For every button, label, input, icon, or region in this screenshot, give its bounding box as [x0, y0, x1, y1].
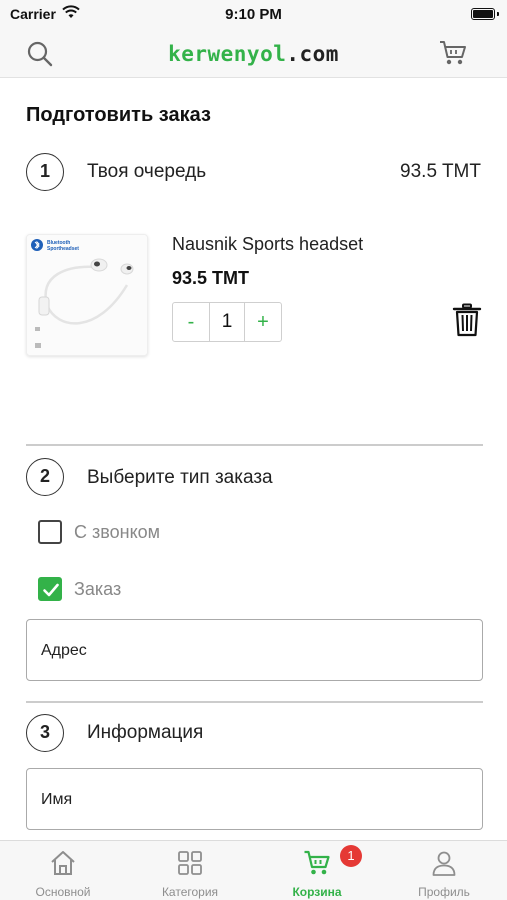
checkmark-icon — [43, 583, 59, 597]
app-header: kerwenyol.com — [0, 28, 507, 78]
section-divider — [26, 444, 483, 446]
order-label[interactable]: Заказ — [74, 579, 121, 600]
tab-profile-label: Профиль — [418, 885, 470, 899]
step-3-label: Информация — [87, 722, 204, 743]
tab-home-label: Основной — [35, 885, 91, 899]
quantity-value[interactable]: 1 — [209, 303, 245, 341]
tab-profile[interactable]: Профиль — [381, 841, 507, 900]
product-name[interactable]: Nausnik Sports headset — [172, 234, 363, 255]
page-title: Подготовить заказ — [26, 104, 211, 126]
tab-cart-label: Корзина — [292, 885, 342, 899]
tab-category-label: Категория — [161, 885, 219, 899]
status-bar: Carrier 9:10 PM — [0, 0, 507, 28]
brand-logo[interactable]: kerwenyol.com — [0, 42, 507, 66]
home-icon — [51, 851, 75, 875]
headset-illustration: Bluetooth Sportheadset — [27, 235, 147, 355]
cart-icon[interactable] — [438, 39, 468, 67]
call-order-label[interactable]: С звонком — [74, 522, 160, 543]
increment-button[interactable]: + — [245, 303, 281, 341]
tab-category[interactable]: Категория — [127, 841, 253, 900]
trash-icon[interactable] — [452, 303, 482, 337]
quantity-stepper: - 1 + — [172, 302, 282, 342]
step-2-number: 2 — [26, 458, 64, 496]
step-1-label: Твоя очередь — [87, 161, 207, 182]
product-image[interactable]: Bluetooth Sportheadset — [26, 234, 148, 356]
name-field-label: Имя — [41, 791, 73, 808]
image-subtitle-text: Sportheadset — [47, 246, 79, 252]
brand-name: kerwenyol — [168, 42, 287, 66]
product-price: 93.5 TMT — [172, 268, 250, 288]
address-field-label: Адрес — [41, 642, 87, 659]
status-time: 9:10 PM — [225, 6, 282, 23]
grid-icon — [178, 851, 202, 875]
address-field[interactable]: Адрес — [26, 619, 483, 681]
cart-count-badge: 1 — [340, 845, 362, 867]
step-1-number: 1 — [26, 153, 64, 191]
profile-icon — [432, 851, 456, 876]
call-order-checkbox[interactable] — [38, 520, 62, 544]
order-checkbox[interactable] — [38, 577, 62, 601]
name-field[interactable]: Имя — [26, 768, 483, 830]
decrement-button[interactable]: - — [173, 303, 209, 341]
battery-icon — [471, 8, 499, 20]
tab-home[interactable]: Основной — [0, 841, 126, 900]
tab-cart[interactable]: Корзина — [254, 841, 380, 900]
cart-icon — [304, 850, 330, 875]
brand-domain: .com — [286, 42, 339, 66]
order-total: 93.5 TMT — [400, 161, 481, 182]
section-divider — [26, 701, 483, 703]
bottom-tab-bar: Основной Категория Корзина Профиль 1 — [0, 840, 507, 900]
step-3-number: 3 — [26, 714, 64, 752]
step-2-label: Выберите тип заказа — [87, 467, 273, 488]
